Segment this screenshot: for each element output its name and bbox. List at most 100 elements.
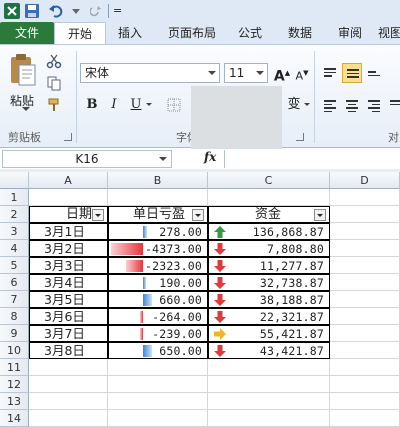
- paste-icon[interactable]: [8, 53, 38, 89]
- cell[interactable]: [29, 359, 108, 376]
- row-header-10[interactable]: 10: [0, 342, 29, 359]
- qat-dropdown-icon[interactable]: [89, 3, 102, 19]
- cell[interactable]: [108, 189, 208, 206]
- fund-cell[interactable]: 11,277.87: [208, 257, 330, 274]
- table-header-date[interactable]: 日期: [29, 206, 108, 223]
- cell[interactable]: [108, 376, 208, 393]
- cell[interactable]: [330, 359, 400, 376]
- tab-page-layout[interactable]: 页面布局: [162, 22, 222, 44]
- column-header-c[interactable]: C: [208, 172, 330, 189]
- row-header-11[interactable]: 11: [0, 359, 29, 376]
- formula-input[interactable]: [224, 150, 400, 168]
- cell[interactable]: [330, 206, 400, 223]
- phonetic-dropdown-icon[interactable]: [304, 103, 310, 106]
- date-cell[interactable]: 3月3日: [29, 257, 108, 274]
- align-top-button[interactable]: [320, 63, 340, 83]
- row-header-3[interactable]: 3: [0, 223, 29, 240]
- select-all-corner[interactable]: [0, 172, 29, 189]
- row-header-1[interactable]: 1: [0, 189, 29, 206]
- bold-button[interactable]: B: [82, 95, 102, 115]
- phonetic-button[interactable]: 变: [284, 95, 304, 115]
- cell[interactable]: [330, 342, 400, 359]
- filter-dropdown-icon[interactable]: [92, 209, 104, 221]
- table-header-profit[interactable]: 单日亏盈: [108, 206, 208, 223]
- font-size-combobox[interactable]: 11: [224, 63, 268, 83]
- redo-icon[interactable]: [70, 3, 82, 19]
- date-cell[interactable]: 3月4日: [29, 274, 108, 291]
- copy-icon[interactable]: [46, 75, 62, 91]
- tab-home[interactable]: 开始: [54, 22, 106, 45]
- row-header-2[interactable]: 2: [0, 206, 29, 223]
- cell[interactable]: [208, 393, 330, 410]
- profit-cell[interactable]: 190.00: [108, 274, 208, 291]
- align-bottom-button[interactable]: [364, 63, 384, 83]
- format-painter-icon[interactable]: [46, 97, 62, 113]
- align-left-button[interactable]: [320, 95, 340, 115]
- name-box[interactable]: K16: [2, 150, 172, 168]
- cell[interactable]: [29, 189, 108, 206]
- fund-cell[interactable]: 136,868.87: [208, 223, 330, 240]
- align-middle-button[interactable]: [342, 63, 362, 83]
- tab-insert[interactable]: 插入: [112, 22, 148, 44]
- profit-cell[interactable]: -2323.00: [108, 257, 208, 274]
- cell[interactable]: [208, 376, 330, 393]
- fund-cell[interactable]: 22,321.87: [208, 308, 330, 325]
- cell[interactable]: [330, 393, 400, 410]
- cell[interactable]: [330, 223, 400, 240]
- cut-icon[interactable]: [46, 53, 62, 69]
- column-header-a[interactable]: A: [29, 172, 108, 189]
- fund-cell[interactable]: 7,808.80: [208, 240, 330, 257]
- row-header-13[interactable]: 13: [0, 393, 29, 410]
- customize-qat-button[interactable]: =: [113, 3, 123, 19]
- row-header-6[interactable]: 6: [0, 274, 29, 291]
- date-cell[interactable]: 3月2日: [29, 240, 108, 257]
- column-header-b[interactable]: B: [108, 172, 208, 189]
- profit-cell[interactable]: -239.00: [108, 325, 208, 342]
- tab-view[interactable]: 视图: [378, 22, 400, 44]
- row-header-8[interactable]: 8: [0, 308, 29, 325]
- tab-formulas[interactable]: 公式: [232, 22, 268, 44]
- fund-cell[interactable]: 43,421.87: [208, 342, 330, 359]
- shrink-font-button[interactable]: A▼: [292, 63, 312, 83]
- fund-cell[interactable]: 55,421.87: [208, 325, 330, 342]
- fund-cell[interactable]: 38,188.87: [208, 291, 330, 308]
- cell[interactable]: [330, 325, 400, 342]
- cell[interactable]: [330, 240, 400, 257]
- cell[interactable]: [108, 359, 208, 376]
- underline-dropdown-icon[interactable]: [146, 103, 152, 106]
- save-icon[interactable]: [24, 3, 40, 19]
- profit-cell[interactable]: 278.00: [108, 223, 208, 240]
- cell[interactable]: [330, 291, 400, 308]
- profit-cell[interactable]: -264.00: [108, 308, 208, 325]
- tab-file[interactable]: 文件: [0, 22, 54, 44]
- tab-review[interactable]: 审阅: [332, 22, 368, 44]
- table-header-fund[interactable]: 资金: [208, 206, 330, 223]
- borders-icon[interactable]: [166, 97, 182, 113]
- row-header-5[interactable]: 5: [0, 257, 29, 274]
- date-cell[interactable]: 3月7日: [29, 325, 108, 342]
- filter-dropdown-icon[interactable]: [314, 209, 326, 221]
- cell[interactable]: [330, 189, 400, 206]
- filter-dropdown-icon[interactable]: [192, 209, 204, 221]
- italic-button[interactable]: I: [104, 95, 124, 115]
- align-right-button[interactable]: [364, 95, 384, 115]
- cell[interactable]: [108, 393, 208, 410]
- date-cell[interactable]: 3月6日: [29, 308, 108, 325]
- profit-cell[interactable]: 650.00: [108, 342, 208, 359]
- cell[interactable]: [330, 274, 400, 291]
- cell[interactable]: [208, 189, 330, 206]
- cell[interactable]: [330, 257, 400, 274]
- column-header-d[interactable]: D: [330, 172, 400, 189]
- clipboard-launcher-icon[interactable]: [64, 133, 72, 141]
- date-cell[interactable]: 3月5日: [29, 291, 108, 308]
- paste-dropdown-icon[interactable]: [22, 107, 30, 111]
- cell[interactable]: [29, 393, 108, 410]
- name-box-dropdown-icon[interactable]: [159, 157, 167, 161]
- font-launcher-icon[interactable]: [296, 133, 304, 141]
- date-cell[interactable]: 3月1日: [29, 223, 108, 240]
- grow-font-button[interactable]: A▲: [272, 63, 292, 85]
- font-size-dropdown-icon[interactable]: [256, 71, 264, 75]
- merge-center-button[interactable]: [386, 95, 400, 115]
- align-center-button[interactable]: [342, 95, 362, 115]
- cell[interactable]: [29, 376, 108, 393]
